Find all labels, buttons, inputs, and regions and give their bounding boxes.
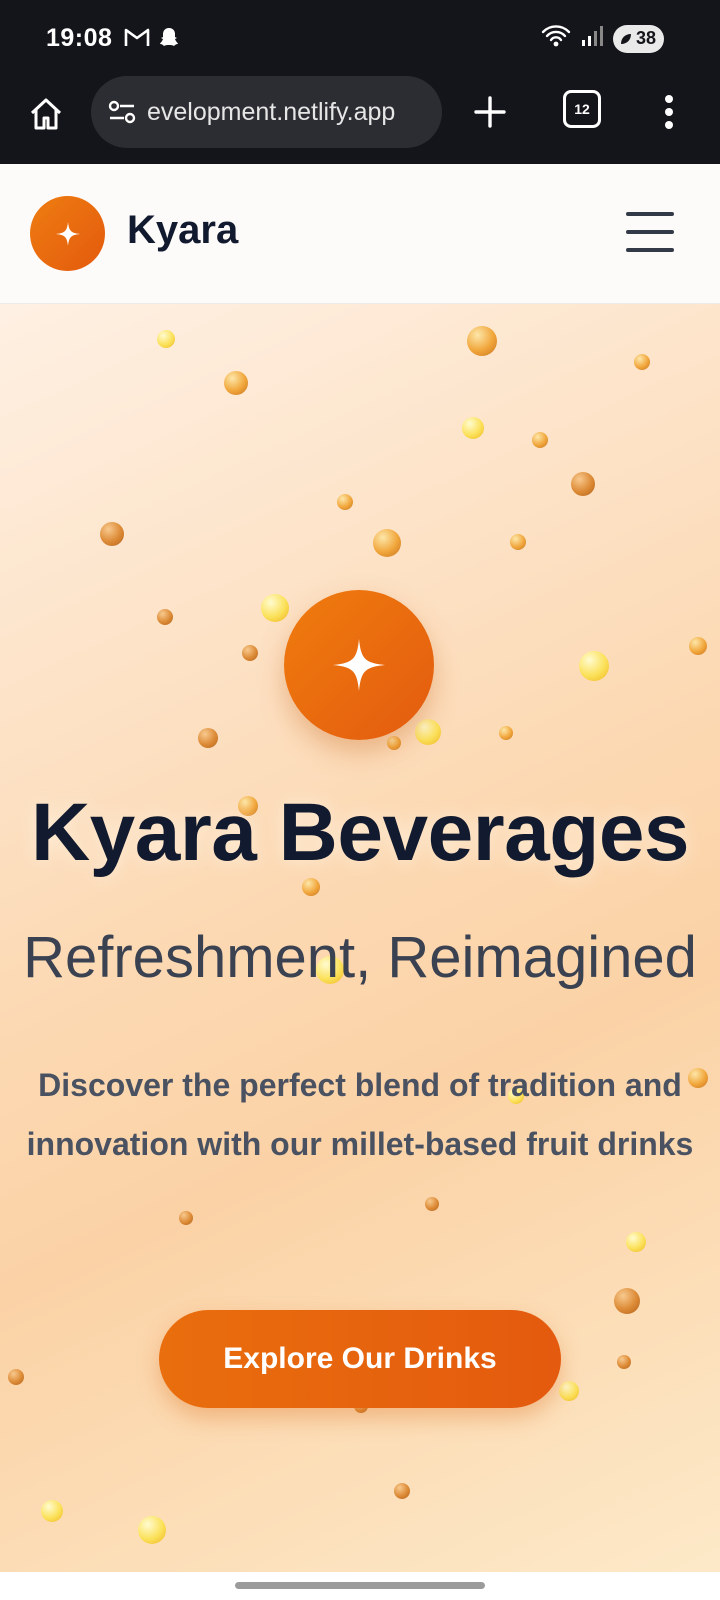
decorative-bubble <box>467 326 497 356</box>
new-tab-button[interactable] <box>466 88 514 136</box>
decorative-bubble <box>138 1516 166 1544</box>
decorative-bubble <box>387 736 401 750</box>
hamburger-line <box>626 248 674 252</box>
tab-switcher-button[interactable]: 12 <box>563 90 601 128</box>
decorative-bubble <box>224 371 248 395</box>
hero-section: Kyara Beverages Refreshment, Reimagined … <box>0 304 720 1572</box>
wifi-icon <box>541 24 571 53</box>
tab-count: 12 <box>574 101 590 117</box>
site-settings-icon[interactable] <box>107 97 137 127</box>
status-time: 19:08 <box>46 24 113 52</box>
snapchat-icon <box>158 26 180 53</box>
brand-logo[interactable] <box>30 196 105 271</box>
notification-icons <box>124 26 180 53</box>
decorative-bubble <box>415 719 441 745</box>
decorative-bubble <box>373 529 401 557</box>
decorative-bubble <box>571 472 595 496</box>
decorative-bubble <box>614 1288 640 1314</box>
hero-description: Discover the perfect blend of tradition … <box>26 1067 694 1162</box>
site-header: Kyara <box>0 164 720 304</box>
decorative-bubble <box>157 609 173 625</box>
decorative-bubble <box>579 651 609 681</box>
decorative-bubble <box>425 1197 439 1211</box>
decorative-bubble <box>179 1211 193 1225</box>
gmail-icon <box>124 26 150 53</box>
decorative-bubble <box>634 354 650 370</box>
decorative-bubble <box>242 645 258 661</box>
hero-logo <box>284 590 434 740</box>
sparkle-icon <box>333 639 385 691</box>
decorative-bubble <box>689 637 707 655</box>
address-bar[interactable]: evelopment.netlify.app <box>91 76 442 148</box>
gesture-nav-bar <box>0 1572 720 1600</box>
battery-icon: 38 <box>612 24 664 53</box>
more-menu-icon <box>665 95 673 129</box>
hamburger-line <box>626 230 674 234</box>
decorative-bubble <box>510 534 526 550</box>
brand-name[interactable]: Kyara <box>127 208 238 253</box>
decorative-bubble <box>100 522 124 546</box>
home-button[interactable] <box>22 90 70 138</box>
decorative-bubble <box>302 878 320 896</box>
more-menu-button[interactable] <box>654 88 684 136</box>
hamburger-line <box>626 212 674 216</box>
decorative-bubble <box>499 726 513 740</box>
home-icon <box>30 98 62 130</box>
decorative-bubble <box>626 1232 646 1252</box>
battery-level: 38 <box>635 28 656 48</box>
decorative-bubble <box>462 417 484 439</box>
decorative-bubble <box>394 1483 410 1499</box>
status-bar: 19:08 38 <box>0 0 720 76</box>
url-text[interactable]: evelopment.netlify.app <box>147 98 395 127</box>
decorative-bubble <box>41 1500 63 1522</box>
explore-drinks-button[interactable]: Explore Our Drinks <box>159 1310 561 1408</box>
hamburger-menu-button[interactable] <box>626 212 676 252</box>
decorative-bubble <box>559 1381 579 1401</box>
signal-icon <box>581 25 603 52</box>
sparkle-icon <box>55 221 80 246</box>
new-tab-icon <box>474 96 506 128</box>
browser-toolbar: evelopment.netlify.app 12 <box>0 76 720 164</box>
hero-subtitle: Refreshment, Reimagined <box>23 925 697 990</box>
decorative-bubble <box>8 1369 24 1385</box>
decorative-bubble <box>198 728 218 748</box>
hero-title: Kyara Beverages <box>30 787 690 878</box>
gesture-handle[interactable] <box>235 1582 485 1589</box>
decorative-bubble <box>261 594 289 622</box>
system-icons: 38 <box>541 24 664 53</box>
decorative-bubble <box>337 494 353 510</box>
decorative-bubble <box>157 330 175 348</box>
decorative-bubble <box>532 432 548 448</box>
decorative-bubble <box>617 1355 631 1369</box>
